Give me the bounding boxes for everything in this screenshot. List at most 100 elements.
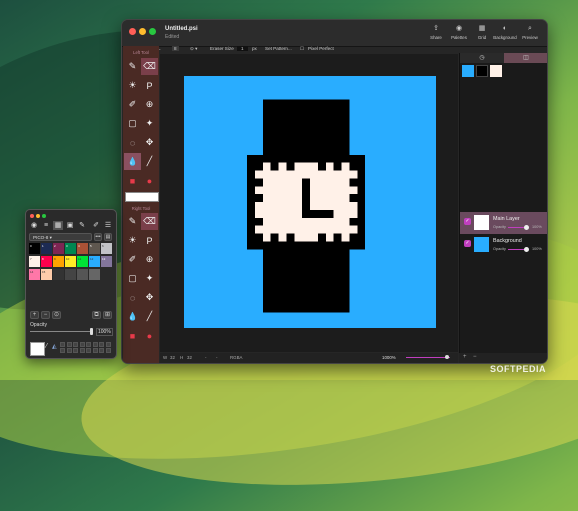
- close-window-button[interactable]: [129, 28, 136, 35]
- palette-swatch[interactable]: [53, 269, 64, 280]
- right-tool-select-icon[interactable]: ▢: [124, 270, 141, 287]
- preview-thumb-2[interactable]: [476, 65, 488, 77]
- layer-visibility-checkbox[interactable]: ✓: [464, 218, 471, 225]
- left-tool-line-icon[interactable]: ╱: [141, 153, 158, 170]
- right-tool-brightness-icon[interactable]: ☀: [124, 232, 141, 249]
- sliders-icon[interactable]: ≡: [41, 221, 51, 230]
- layer-row-main[interactable]: ✓ Main Layer Opacity 100%: [460, 212, 547, 234]
- left-color-swatch[interactable]: [125, 192, 159, 202]
- recent-color-slot[interactable]: [92, 348, 98, 353]
- preview-thumb-1[interactable]: [462, 65, 474, 77]
- left-tool-rectangle-icon[interactable]: ■: [124, 172, 141, 189]
- right-tool-move-icon[interactable]: ✥: [141, 289, 158, 306]
- left-tool-select-icon[interactable]: ▢: [124, 115, 141, 132]
- palette-swatch[interactable]: [77, 269, 88, 280]
- left-tool-lasso-icon[interactable]: ◌: [124, 134, 141, 151]
- zoom-level[interactable]: 1000%: [382, 355, 396, 360]
- palette-swatch[interactable]: 6: [101, 243, 112, 254]
- current-color-swatch[interactable]: [30, 342, 45, 356]
- palette-swatch[interactable]: [29, 282, 40, 293]
- remove-layer-button[interactable]: −: [473, 354, 477, 360]
- canvas-area[interactable]: [160, 54, 458, 352]
- palette-swatch[interactable]: [89, 269, 100, 280]
- recent-color-slot[interactable]: [60, 348, 65, 353]
- color-swap-icon[interactable]: ◭: [52, 343, 57, 350]
- recent-color-slot[interactable]: [79, 348, 85, 353]
- recent-color-slot[interactable]: [66, 348, 72, 353]
- brush-size-field[interactable]: 8: [172, 46, 179, 51]
- layer-visibility-checkbox[interactable]: ✓: [464, 240, 471, 247]
- recent-color-slot[interactable]: [86, 348, 91, 353]
- zoom-slider[interactable]: [406, 357, 450, 358]
- minimize-palette-button[interactable]: [36, 214, 40, 218]
- palette-options-button[interactable]: •••: [94, 233, 102, 241]
- recent-color-slot[interactable]: [60, 342, 65, 347]
- left-tool-fill-icon[interactable]: 💧: [124, 153, 141, 170]
- opacity-slider[interactable]: [30, 331, 92, 332]
- right-tool-eyedropper-icon[interactable]: ✐: [124, 251, 141, 268]
- palette-swatch[interactable]: 4: [77, 243, 88, 254]
- recent-color-slot[interactable]: [73, 348, 78, 353]
- color-wheel-icon[interactable]: ◉: [29, 221, 39, 230]
- palette-swatch[interactable]: 8: [41, 256, 52, 267]
- palette-swatch[interactable]: 13: [101, 256, 112, 267]
- right-tool-pencil-icon[interactable]: ✎: [124, 213, 141, 230]
- set-pattern-button[interactable]: Set Pattern...: [265, 46, 292, 51]
- right-tool-line-icon[interactable]: ╱: [141, 308, 158, 325]
- recent-color-slot[interactable]: [99, 348, 104, 353]
- right-tool-pattern-icon[interactable]: P: [141, 232, 158, 249]
- close-palette-button[interactable]: [30, 214, 34, 218]
- pixel-perfect-checkbox[interactable]: ☐: [300, 46, 304, 52]
- palette-swatch[interactable]: 2: [53, 243, 64, 254]
- background-button[interactable]: ◐ Background: [492, 24, 518, 40]
- left-tool-move-icon[interactable]: ✥: [141, 134, 158, 151]
- palette-view-button[interactable]: ▤: [104, 233, 112, 241]
- pencils-icon[interactable]: ✎: [77, 221, 87, 230]
- left-tool-pencil-icon[interactable]: ✎: [124, 58, 141, 75]
- layer-opacity-knob[interactable]: [524, 247, 529, 252]
- right-tool-fill-icon[interactable]: 💧: [124, 308, 141, 325]
- recent-color-slot[interactable]: [79, 342, 85, 347]
- recent-color-slot[interactable]: [86, 342, 91, 347]
- eraser-size-field[interactable]: 1: [237, 46, 248, 51]
- palette-swatch[interactable]: 1: [41, 243, 52, 254]
- recent-color-slot[interactable]: [105, 342, 111, 347]
- palette-swatch[interactable]: [101, 269, 112, 280]
- palette-swatch[interactable]: 5: [89, 243, 100, 254]
- palette-import-button[interactable]: ⊞: [103, 311, 112, 319]
- opacity-slider-knob[interactable]: [90, 328, 93, 335]
- opacity-value[interactable]: 100%: [96, 328, 113, 336]
- preview-button[interactable]: ⌕ Preview: [517, 24, 543, 40]
- right-tool-magic-wand-icon[interactable]: ✦: [141, 270, 158, 287]
- layer-opacity-knob[interactable]: [524, 225, 529, 230]
- layer-row-background[interactable]: ✓ Background Opacity 100%: [460, 234, 547, 256]
- palette-swatch[interactable]: [53, 282, 64, 293]
- palette-swatch[interactable]: 0: [29, 243, 40, 254]
- eyedropper-icon[interactable]: ✐: [91, 221, 101, 230]
- recent-color-slot[interactable]: [73, 342, 78, 347]
- right-tool-rectangle-icon[interactable]: ■: [124, 327, 141, 344]
- palette-swatch[interactable]: 15: [41, 269, 52, 280]
- clock-icon[interactable]: ◷: [460, 53, 504, 63]
- recent-color-slot[interactable]: [92, 342, 98, 347]
- recent-color-slot[interactable]: [99, 342, 104, 347]
- remove-color-button[interactable]: −: [41, 311, 50, 319]
- palette-swatch[interactable]: 9: [53, 256, 64, 267]
- right-tool-ellipse-icon[interactable]: ●: [141, 327, 158, 344]
- right-tool-lasso-icon[interactable]: ◌: [124, 289, 141, 306]
- right-tool-eraser-icon[interactable]: ⌫: [141, 213, 158, 230]
- palette-swatch[interactable]: 7: [29, 256, 40, 267]
- settings-dropdown-icon[interactable]: ⊙ ▾: [190, 46, 197, 52]
- list-icon[interactable]: ☰: [103, 221, 113, 230]
- color-settings-button[interactable]: ⊙: [52, 311, 61, 319]
- palette-swatch[interactable]: 14: [29, 269, 40, 280]
- left-tool-magic-wand-icon[interactable]: ✦: [141, 115, 158, 132]
- zoom-window-button[interactable]: [149, 28, 156, 35]
- palette-selector[interactable]: PICO-8 ▾: [29, 233, 92, 241]
- palette-swatch[interactable]: [65, 269, 76, 280]
- palette-swatch[interactable]: 3: [65, 243, 76, 254]
- palette-swatch[interactable]: 12: [89, 256, 100, 267]
- palette-swatch[interactable]: 11: [77, 256, 88, 267]
- left-tool-eraser-icon[interactable]: ⌫: [141, 58, 158, 75]
- preview-thumb-3[interactable]: [490, 65, 502, 77]
